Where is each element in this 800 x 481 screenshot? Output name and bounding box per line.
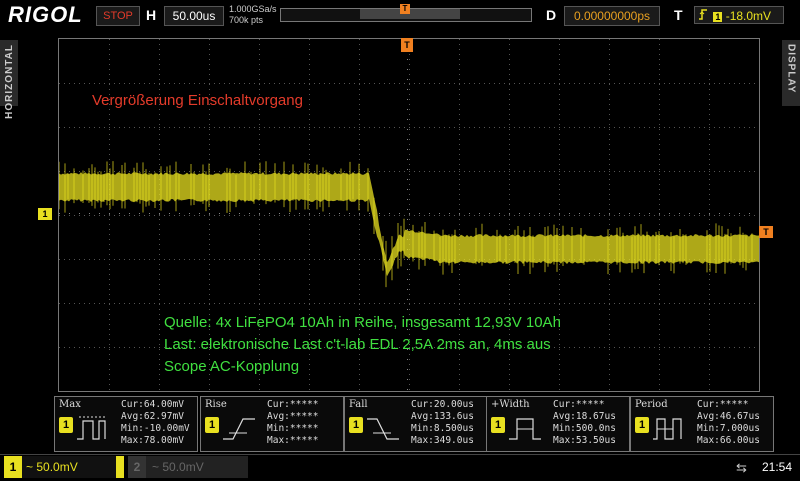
measurement-average: Avg:62.97mV — [121, 411, 184, 422]
measurement-minimum: Min:-10.00mV — [121, 423, 190, 434]
horizontal-menu-tab[interactable]: HORIZONTAL — [0, 40, 18, 119]
measurement-fall[interactable]: Fall 1 Cur:20.00us Avg:133.6us Min:8.500… — [344, 396, 488, 452]
measurement-channel-badge: 1 — [491, 417, 505, 433]
ch2-number: 2 — [128, 456, 146, 478]
period-icon — [653, 418, 682, 440]
positive-width-icon — [509, 418, 541, 440]
measurement-maximum: Max:66.00us — [697, 435, 760, 446]
ch2-scale-tab[interactable]: 2 ~ 50.0mV — [128, 456, 248, 478]
ch2-scale-value: ~ 50.0mV — [152, 460, 204, 474]
rise-edge-icon — [223, 418, 255, 440]
brand-logo: RIGOL — [8, 2, 83, 27]
measurement-current: Cur:64.00mV — [121, 399, 184, 410]
measurement-rise[interactable]: Rise 1 Cur:***** Avg:***** Min:***** Max… — [200, 396, 344, 452]
measurement-current: Cur:***** — [267, 399, 319, 410]
measurement-max[interactable]: Max 1 Cur:64.00mV Avg:62.97mV Min:-10.00… — [54, 396, 198, 452]
measurement-maximum: Max:***** — [267, 435, 319, 446]
measurement-maximum: Max:78.00mV — [121, 435, 184, 446]
run-stop-status[interactable]: STOP — [96, 6, 140, 26]
trigger-channel-badge: 1 — [713, 12, 723, 22]
timebase-value[interactable]: 50.00us — [164, 6, 224, 26]
system-clock: 21:54 — [762, 460, 793, 474]
measurement-current: Cur:***** — [553, 399, 605, 410]
trigger-level-value: -18.0mV — [725, 9, 772, 23]
measurement-minimum: Min:***** — [267, 423, 319, 434]
memory-view-window — [360, 9, 460, 19]
trigger-label: T — [674, 7, 683, 23]
measurement-current: Cur:20.00us — [411, 399, 474, 410]
measurement-name: Fall — [349, 399, 368, 410]
measurement-positive-width[interactable]: +Width 1 Cur:***** Avg:18.67us Min:500.0… — [486, 396, 630, 452]
measurement-name: +Width — [491, 399, 530, 410]
ch1-scale-value: ~ 50.0mV — [22, 456, 116, 478]
measurement-maximum: Max:53.50us — [553, 435, 616, 446]
measurement-current: Cur:***** — [697, 399, 749, 410]
measurement-average: Avg:46.67us — [697, 411, 760, 422]
measurement-period[interactable]: Period 1 Cur:***** Avg:46.67us Min:7.000… — [630, 396, 774, 452]
measurement-channel-badge: 1 — [635, 417, 649, 433]
sample-rate: 1.000GSa/s — [229, 4, 277, 14]
memory-depth: 700k pts — [229, 15, 264, 25]
measurement-channel-badge: 1 — [205, 417, 219, 433]
ch1-number: 1 — [9, 460, 17, 474]
max-pulse-icon — [77, 416, 106, 440]
memory-trigger-marker: T — [400, 4, 410, 14]
measurement-maximum: Max:349.0us — [411, 435, 474, 446]
trigger-position-marker[interactable]: T — [401, 38, 413, 52]
measurement-channel-badge: 1 — [59, 417, 73, 433]
horizontal-delay-value[interactable]: 0.00000000ps — [564, 6, 660, 26]
measurement-channel-badge: 1 — [349, 417, 363, 433]
measurement-minimum: Min:500.0ns — [553, 423, 616, 434]
measurement-average: Avg:133.6us — [411, 411, 474, 422]
annotation-coupling: Scope AC-Kopplung — [164, 358, 300, 375]
annotation-title: Vergrößerung Einschaltvorgang — [92, 92, 303, 109]
ch1-offset-marker[interactable]: 1 — [38, 208, 52, 220]
measurement-average: Avg:***** — [267, 411, 319, 422]
delay-label: D — [546, 7, 557, 23]
measurement-name: Period — [635, 399, 668, 410]
trigger-level-marker[interactable]: T — [759, 226, 773, 238]
fall-edge-icon — [367, 418, 399, 440]
measurement-name: Max — [59, 399, 81, 410]
rising-edge-icon — [699, 9, 710, 23]
measurement-average: Avg:18.67us — [553, 411, 616, 422]
horizontal-label: H — [146, 7, 157, 23]
trigger-setting[interactable]: 1 -18.0mV — [694, 6, 784, 24]
ch1-scale-tab[interactable]: 1 ~ 50.0mV — [4, 456, 124, 478]
annotation-load: Last: elektronische Last c't-lab EDL 2,5… — [164, 336, 551, 353]
display-menu-tab[interactable]: DISPLAY — [782, 40, 800, 106]
sample-rate-info: 1.000GSa/s 700k pts — [229, 4, 277, 26]
measurement-name: Rise — [205, 399, 227, 410]
measurement-minimum: Min:7.000us — [697, 423, 760, 434]
annotation-source: Quelle: 4x LiFePO4 10Ah in Reihe, insges… — [164, 314, 561, 331]
usb-icon: ⇆ — [736, 460, 747, 475]
measurement-minimum: Min:8.500us — [411, 423, 474, 434]
